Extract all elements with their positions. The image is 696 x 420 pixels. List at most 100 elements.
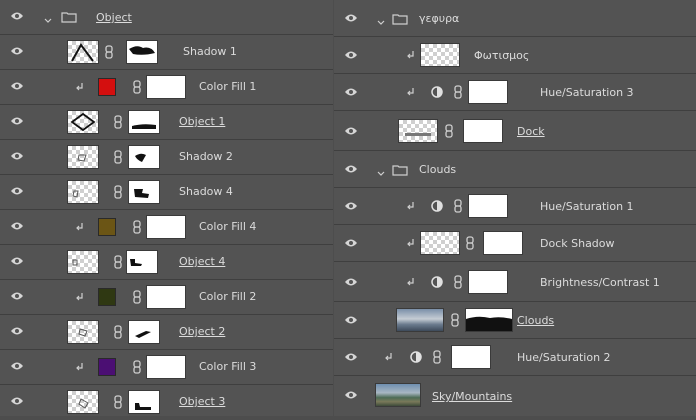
chain-link-icon[interactable] — [450, 313, 460, 327]
layer-row-group-gefyra[interactable]: γεφυρα — [334, 0, 696, 37]
layer-row-color-fill-2[interactable]: Color Fill 2 — [0, 280, 333, 315]
chain-link-icon[interactable] — [432, 350, 442, 364]
chain-link-icon[interactable] — [113, 185, 123, 199]
chain-link-icon[interactable] — [113, 395, 123, 409]
layer-mask-thumbnail[interactable] — [126, 250, 158, 274]
layer-name[interactable]: Sky/Mountains — [432, 390, 512, 403]
layer-mask-thumbnail[interactable] — [128, 180, 160, 204]
chevron-down-icon[interactable] — [377, 167, 385, 176]
layer-name[interactable]: Color Fill 3 — [199, 360, 256, 373]
eye-icon[interactable] — [10, 361, 24, 371]
layer-row-color-fill-4[interactable]: Color Fill 4 — [0, 210, 333, 245]
eye-icon[interactable] — [344, 126, 358, 136]
eye-icon[interactable] — [344, 13, 358, 23]
eye-icon[interactable] — [10, 396, 24, 406]
eye-icon[interactable] — [10, 326, 24, 336]
fill-color-swatch[interactable] — [98, 358, 116, 376]
chain-link-icon[interactable] — [113, 115, 123, 129]
layer-row-object-3[interactable]: Object 3 — [0, 385, 333, 420]
layer-row-group-clouds[interactable]: Clouds — [334, 151, 696, 188]
layer-name[interactable]: γεφυρα — [419, 12, 459, 25]
fill-color-swatch[interactable] — [98, 78, 116, 96]
layer-name[interactable]: Clouds — [419, 163, 456, 176]
layer-name[interactable]: Color Fill 2 — [199, 290, 256, 303]
layer-mask-thumbnail[interactable] — [146, 215, 186, 239]
eye-icon[interactable] — [344, 201, 358, 211]
chain-link-icon[interactable] — [453, 275, 463, 289]
chain-link-icon[interactable] — [132, 360, 142, 374]
layer-row-color-fill-3[interactable]: Color Fill 3 — [0, 350, 333, 385]
layer-mask-thumbnail[interactable] — [146, 75, 186, 99]
layer-name[interactable]: Hue/Saturation 3 — [540, 86, 634, 99]
chain-link-icon[interactable] — [453, 199, 463, 213]
eye-icon[interactable] — [344, 315, 358, 325]
layer-name[interactable]: Shadow 1 — [183, 45, 237, 58]
layer-mask-thumbnail[interactable] — [483, 231, 523, 255]
layer-name[interactable]: Object 2 — [179, 325, 225, 338]
eye-icon[interactable] — [344, 87, 358, 97]
chain-link-icon[interactable] — [113, 150, 123, 164]
layer-name[interactable]: Shadow 2 — [179, 150, 233, 163]
eye-icon[interactable] — [344, 238, 358, 248]
layer-name[interactable]: Color Fill 1 — [199, 80, 256, 93]
layer-row-sky-mountains[interactable]: Sky/Mountains — [334, 376, 696, 416]
layer-mask-thumbnail[interactable] — [463, 119, 503, 143]
layer-row-shadow-2[interactable]: Shadow 2 — [0, 140, 333, 175]
eye-icon[interactable] — [344, 50, 358, 60]
layer-mask-thumbnail[interactable] — [465, 308, 513, 332]
layer-row-color-fill-1[interactable]: Color Fill 1 — [0, 70, 333, 105]
layer-mask-thumbnail[interactable] — [128, 390, 160, 414]
layer-row-object-2[interactable]: Object 2 — [0, 315, 333, 350]
eye-icon[interactable] — [10, 151, 24, 161]
eye-icon[interactable] — [10, 291, 24, 301]
layer-mask-thumbnail[interactable] — [468, 80, 508, 104]
layer-name[interactable]: Brightness/Contrast 1 — [540, 276, 660, 289]
layer-name[interactable]: Object — [96, 11, 132, 24]
layer-name[interactable]: Hue/Saturation 1 — [540, 200, 634, 213]
layer-name[interactable]: Shadow 4 — [179, 185, 233, 198]
layer-row-shadow-1[interactable]: Shadow 1 — [0, 35, 333, 70]
chain-link-icon[interactable] — [132, 290, 142, 304]
layer-name[interactable]: Object 3 — [179, 395, 225, 408]
layer-row-dock-shadow[interactable]: Dock Shadow — [334, 225, 696, 262]
layer-row-dock[interactable]: Dock — [334, 111, 696, 151]
layer-name[interactable]: Object 1 — [179, 115, 225, 128]
layer-name[interactable]: Object 4 — [179, 255, 225, 268]
layer-name[interactable]: Dock Shadow — [540, 237, 615, 250]
layer-row-group-object[interactable]: Object — [0, 0, 333, 35]
layer-mask-thumbnail[interactable] — [128, 145, 160, 169]
layer-name[interactable]: Dock — [517, 125, 545, 138]
eye-icon[interactable] — [10, 116, 24, 126]
layer-mask-thumbnail[interactable] — [468, 270, 508, 294]
layer-name[interactable]: Color Fill 4 — [199, 220, 256, 233]
layer-row-shadow-4[interactable]: Shadow 4 — [0, 175, 333, 210]
eye-icon[interactable] — [10, 221, 24, 231]
layer-mask-thumbnail[interactable] — [468, 194, 508, 218]
layer-row-brightness-contrast-1[interactable]: Brightness/Contrast 1 — [334, 262, 696, 302]
chain-link-icon[interactable] — [465, 236, 475, 250]
layer-name[interactable]: Hue/Saturation 2 — [517, 351, 611, 364]
fill-color-swatch[interactable] — [98, 218, 116, 236]
eye-icon[interactable] — [10, 186, 24, 196]
eye-icon[interactable] — [344, 164, 358, 174]
layer-mask-thumbnail[interactable] — [451, 345, 491, 369]
chain-link-icon[interactable] — [132, 220, 142, 234]
eye-icon[interactable] — [10, 11, 24, 21]
chain-link-icon[interactable] — [453, 85, 463, 99]
layer-row-object-1[interactable]: Object 1 — [0, 105, 333, 140]
layer-row-hue-saturation-1[interactable]: Hue/Saturation 1 — [334, 188, 696, 225]
eye-icon[interactable] — [344, 277, 358, 287]
chain-link-icon[interactable] — [444, 124, 454, 138]
eye-icon[interactable] — [10, 46, 24, 56]
layer-mask-thumbnail[interactable] — [146, 285, 186, 309]
layer-mask-thumbnail[interactable] — [126, 40, 158, 64]
layer-name[interactable]: Φωτισμος — [474, 49, 529, 62]
layer-row-object-4[interactable]: Object 4 — [0, 245, 333, 280]
eye-icon[interactable] — [10, 81, 24, 91]
chain-link-icon[interactable] — [113, 255, 123, 269]
chain-link-icon[interactable] — [113, 325, 123, 339]
fill-color-swatch[interactable] — [98, 288, 116, 306]
layer-mask-thumbnail[interactable] — [128, 110, 160, 134]
layer-name[interactable]: Clouds — [517, 314, 554, 327]
chain-link-icon[interactable] — [132, 80, 142, 94]
